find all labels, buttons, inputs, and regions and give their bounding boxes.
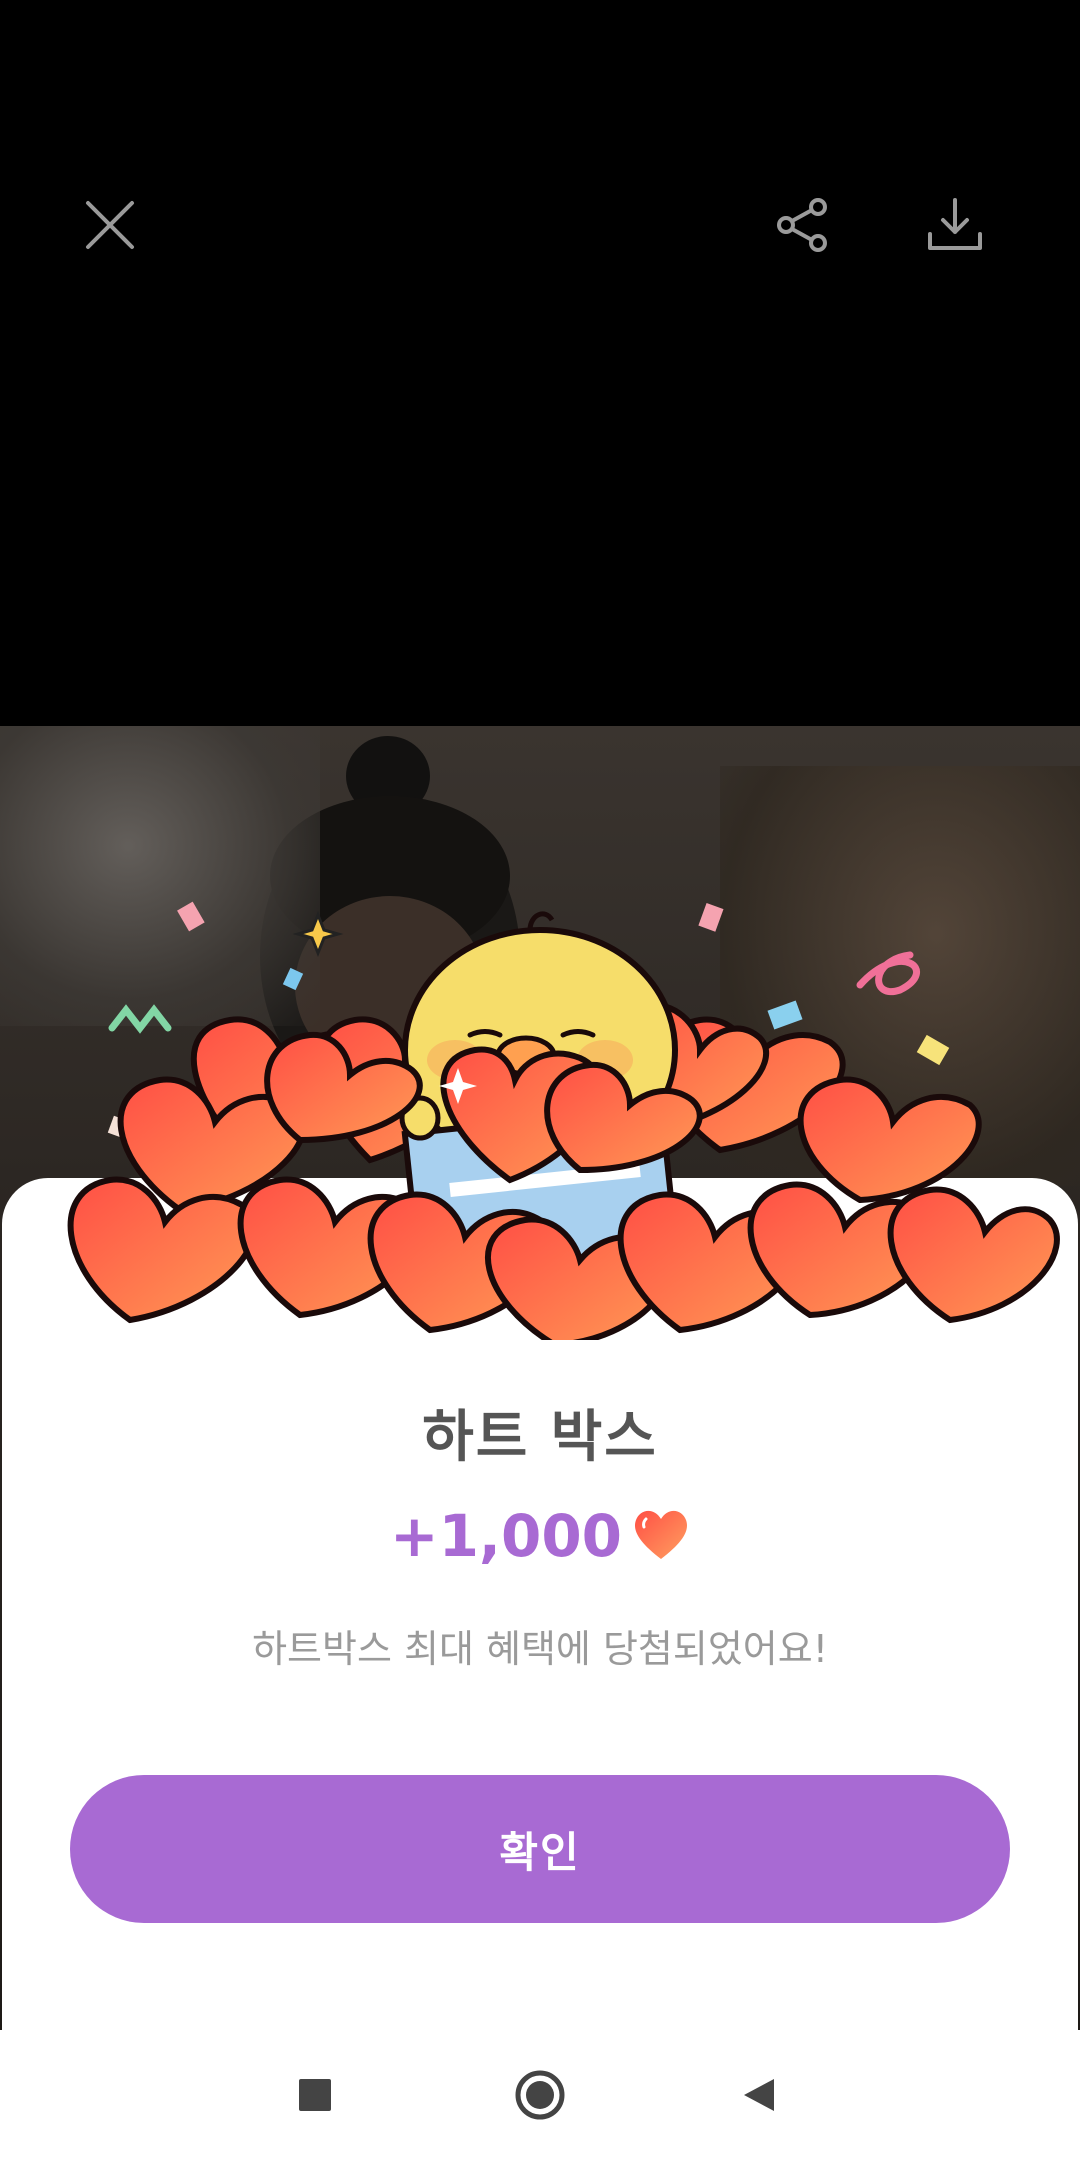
triangle-back-icon[interactable] bbox=[705, 2030, 815, 2160]
dialog-description: 하트박스 최대 혜택에 당첨되었어요! bbox=[252, 1627, 828, 1671]
viewer-toolbar bbox=[0, 0, 1080, 726]
download-icon[interactable] bbox=[915, 185, 995, 265]
reward-amount: +1,000 bbox=[389, 1502, 623, 1570]
heart-icon bbox=[632, 1507, 690, 1565]
heart-box-illustration bbox=[67, 901, 1060, 1340]
close-icon[interactable] bbox=[70, 185, 150, 265]
dialog-title: 하트 박스 bbox=[422, 1405, 658, 1470]
system-navigation-bar bbox=[0, 2030, 1080, 2160]
reward-row: +1,000 bbox=[0, 1502, 1080, 1570]
circle-icon[interactable] bbox=[485, 2030, 595, 2160]
confirm-button[interactable]: 확인 bbox=[70, 1775, 1010, 1923]
square-icon[interactable] bbox=[260, 2030, 370, 2160]
share-icon[interactable] bbox=[762, 185, 842, 265]
